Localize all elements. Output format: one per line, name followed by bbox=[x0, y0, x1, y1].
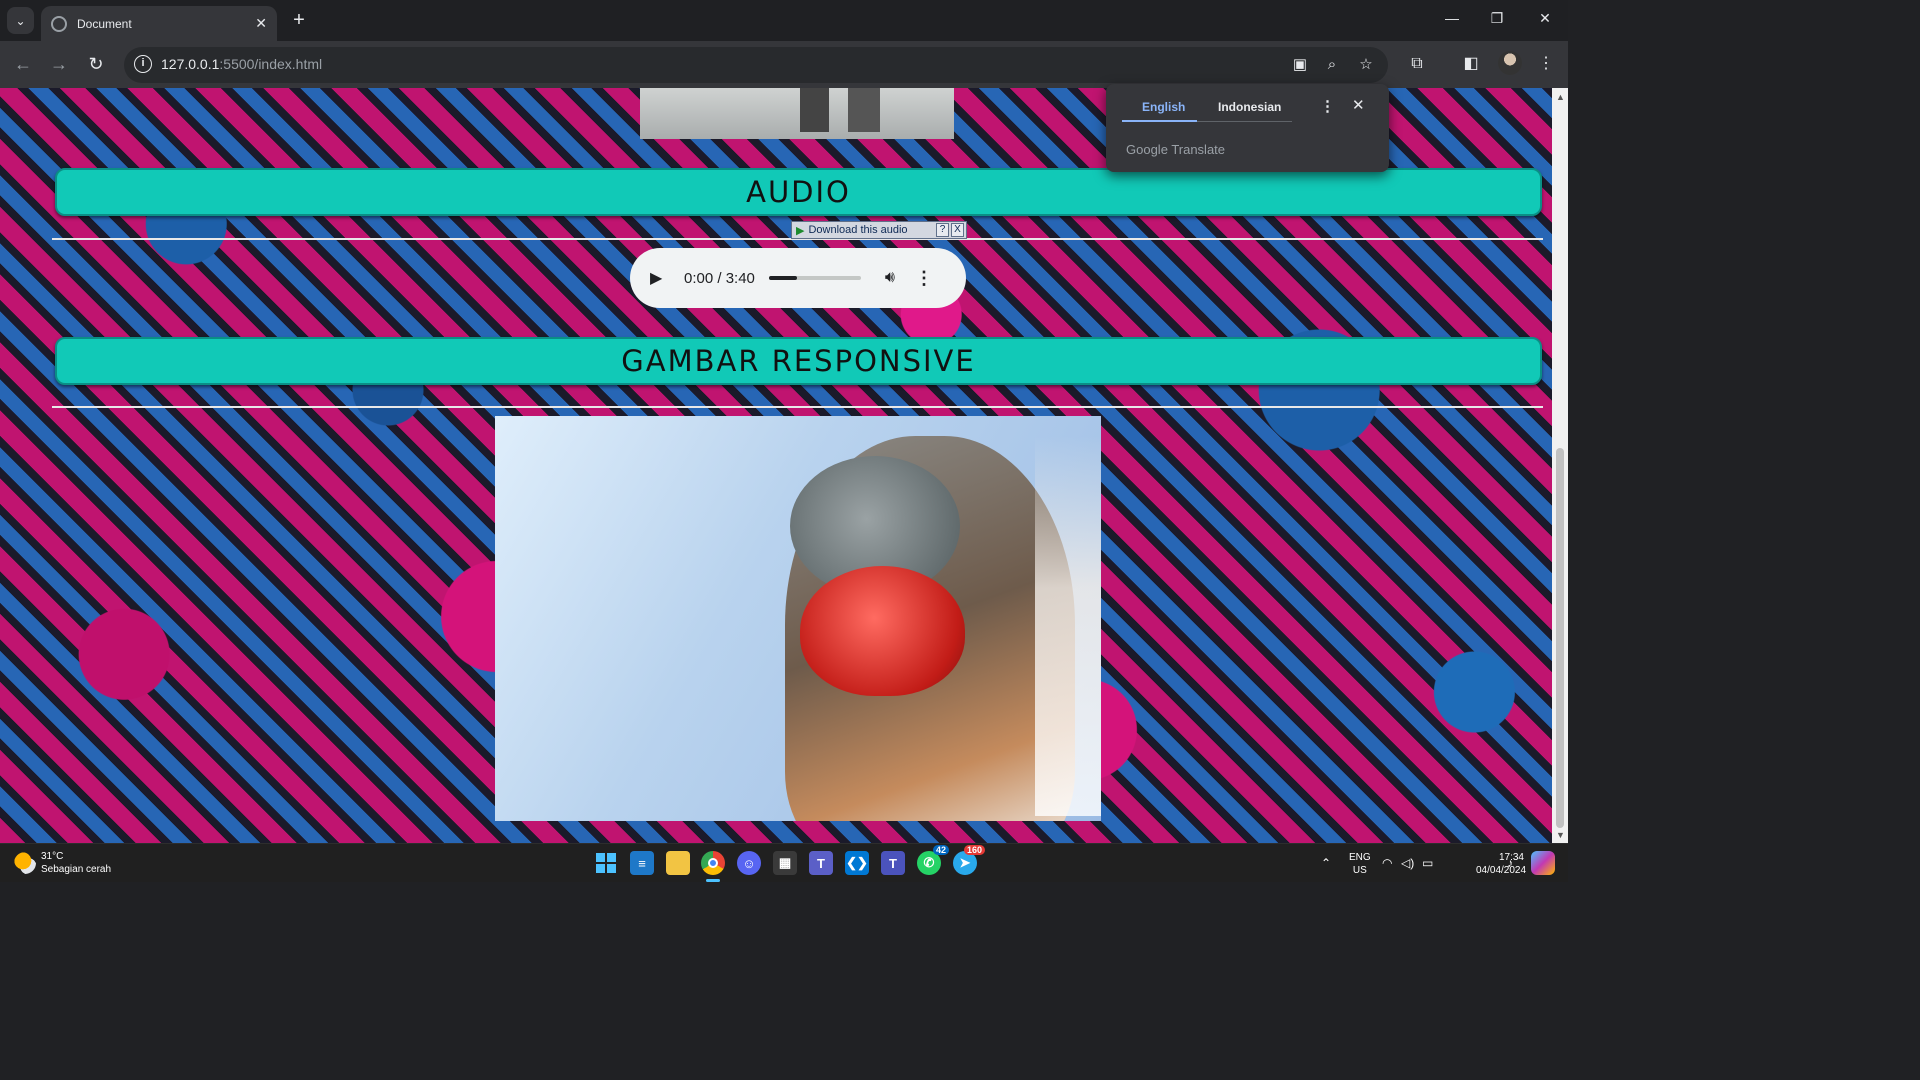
file-explorer-icon[interactable] bbox=[666, 851, 690, 875]
red-lips bbox=[800, 566, 965, 696]
notepad-icon[interactable]: ≡ bbox=[630, 851, 654, 875]
divider bbox=[52, 406, 1543, 408]
browser-toolbar: ← → ↻ i 127.0.0.1:5500/index.html ▣ ⌕ ☆ … bbox=[0, 41, 1568, 88]
translate-popup: English Indonesian ⋮ ✕ Google Translate bbox=[1106, 84, 1389, 172]
image-heading-text: GAMBAR RESPONSIVE bbox=[621, 344, 976, 378]
audio-heading: AUDIO bbox=[55, 168, 1542, 216]
tab-english[interactable]: English bbox=[1142, 100, 1185, 114]
url-path: :5500/index.html bbox=[219, 56, 323, 72]
weather-temp[interactable]: 31°C bbox=[41, 851, 63, 862]
tray-overflow-icon[interactable]: ⌃ bbox=[1321, 856, 1331, 870]
windows-taskbar: 31°C Sebagian cerah ≡ ☺ ▦ T ❮❯ T ✆ 42 ➤ 16… bbox=[0, 843, 1568, 882]
scroll-thumb[interactable] bbox=[1556, 448, 1564, 828]
clock-date: 04/04/2024 bbox=[1476, 865, 1527, 876]
more-icon[interactable]: ⋮ bbox=[1320, 97, 1335, 115]
speaker-icon[interactable]: ◁) bbox=[1401, 856, 1414, 870]
clock[interactable]: 17:34 04/04/2024 bbox=[1476, 851, 1527, 877]
brand-translate: Translate bbox=[1171, 142, 1226, 157]
star-icon[interactable]: ☆ bbox=[1356, 55, 1376, 75]
teams-classic-icon[interactable]: T bbox=[881, 851, 905, 875]
minimize-icon[interactable]: — bbox=[1442, 10, 1462, 26]
more-icon[interactable]: ⋮ bbox=[1535, 53, 1557, 75]
play-triangle-icon: ▶ bbox=[796, 224, 805, 237]
back-icon[interactable]: ← bbox=[12, 53, 34, 75]
zoom-icon[interactable]: ⌕ bbox=[1322, 55, 1342, 75]
copilot-icon[interactable] bbox=[1531, 851, 1555, 875]
wifi-icon[interactable]: ◠ bbox=[1382, 856, 1392, 870]
url-host: 127.0.0.1 bbox=[161, 56, 220, 72]
chevron-down-icon: ⌄ bbox=[15, 13, 26, 28]
page-content: AUDIO ▶ Download this audio ? X ▶ 0:00 /… bbox=[0, 88, 1552, 843]
translate-icon[interactable]: ▣ bbox=[1290, 55, 1310, 75]
close-icon[interactable]: ✕ bbox=[255, 15, 267, 32]
volume-icon[interactable]: 🔊︎ bbox=[885, 269, 895, 287]
restore-icon[interactable]: ❐ bbox=[1487, 10, 1507, 27]
extensions-icon[interactable]: ⧉ bbox=[1406, 53, 1428, 75]
lang-region: US bbox=[1352, 865, 1367, 876]
globe-icon bbox=[51, 15, 67, 32]
play-icon[interactable]: ▶ bbox=[650, 268, 670, 288]
side-panel-icon[interactable]: ◧ bbox=[1460, 53, 1482, 75]
horse-mane bbox=[1035, 436, 1101, 816]
whatsapp-icon[interactable]: ✆ 42 bbox=[917, 845, 949, 875]
audio-heading-text: AUDIO bbox=[746, 175, 851, 209]
windows-start-icon[interactable] bbox=[594, 851, 618, 875]
discord-icon[interactable]: ☺ bbox=[737, 851, 761, 875]
address-bar[interactable]: i 127.0.0.1:5500/index.html ▣ ⌕ ☆ bbox=[124, 47, 1388, 83]
new-tab-button[interactable]: + bbox=[288, 8, 310, 32]
download-audio-bar[interactable]: ▶ Download this audio ? X bbox=[791, 221, 967, 239]
download-audio-button[interactable]: ▶ Download this audio bbox=[792, 224, 936, 237]
store-icon[interactable]: ▦ bbox=[773, 851, 797, 875]
close-icon[interactable]: ✕ bbox=[1352, 96, 1365, 114]
active-tab-underline bbox=[1122, 120, 1197, 122]
telegram-badge: 160 bbox=[963, 845, 985, 855]
window-close-icon[interactable]: ✕ bbox=[1535, 10, 1555, 27]
active-tab[interactable]: Document ✕ bbox=[41, 6, 277, 41]
weather-icon[interactable] bbox=[14, 852, 36, 874]
forward-icon[interactable]: → bbox=[48, 53, 70, 75]
whatsapp-badge: 42 bbox=[932, 845, 949, 855]
close-icon[interactable]: X bbox=[951, 223, 964, 237]
battery-icon[interactable]: ▭ bbox=[1422, 856, 1433, 870]
clock-time: 17:34 bbox=[1498, 852, 1524, 863]
telegram-icon[interactable]: ➤ 160 bbox=[953, 845, 985, 875]
notification-bell-icon[interactable]: ♪ bbox=[1507, 856, 1513, 870]
profile-icon[interactable] bbox=[1498, 51, 1522, 75]
input-language[interactable]: ENG US bbox=[1349, 851, 1371, 877]
download-label: Download this audio bbox=[808, 224, 908, 236]
active-app-indicator bbox=[706, 879, 720, 882]
brand-google: Google bbox=[1126, 142, 1168, 157]
audio-time: 0:00 / 3:40 bbox=[684, 269, 755, 287]
scroll-up-icon[interactable]: ▲ bbox=[1556, 92, 1565, 102]
tab-title: Document bbox=[77, 16, 132, 31]
url-text[interactable]: 127.0.0.1:5500/index.html bbox=[161, 56, 322, 72]
audio-player[interactable]: ▶ 0:00 / 3:40 🔊︎ ⋮ bbox=[630, 248, 966, 308]
reload-icon[interactable]: ↻ bbox=[85, 53, 107, 75]
scroll-down-icon[interactable]: ▼ bbox=[1556, 830, 1565, 840]
responsive-image bbox=[495, 416, 1101, 821]
video-frame bbox=[800, 88, 880, 132]
teams-icon[interactable]: T bbox=[809, 851, 833, 875]
image-heading: GAMBAR RESPONSIVE bbox=[55, 337, 1542, 385]
site-info-icon[interactable]: i bbox=[134, 55, 152, 73]
google-translate-brand: Google Translate bbox=[1126, 142, 1225, 157]
weather-desc[interactable]: Sebagian cerah bbox=[41, 864, 111, 875]
tab-search-button[interactable]: ⌄ bbox=[7, 7, 34, 34]
video-bottom[interactable] bbox=[640, 88, 954, 139]
help-icon[interactable]: ? bbox=[936, 223, 949, 237]
vscode-icon[interactable]: ❮❯ bbox=[845, 851, 869, 875]
tab-strip: ⌄ Document ✕ + — ❐ ✕ bbox=[0, 0, 1568, 41]
page-scrollbar[interactable]: ▲ ▼ bbox=[1552, 88, 1568, 843]
tab-indonesian[interactable]: Indonesian bbox=[1218, 100, 1281, 114]
chrome-icon[interactable] bbox=[701, 851, 725, 875]
audio-seek-fill bbox=[768, 276, 797, 280]
audio-more-icon[interactable]: ⋮ bbox=[915, 268, 933, 289]
lang-primary: ENG bbox=[1349, 852, 1371, 863]
audio-seek-bar[interactable] bbox=[768, 276, 861, 280]
